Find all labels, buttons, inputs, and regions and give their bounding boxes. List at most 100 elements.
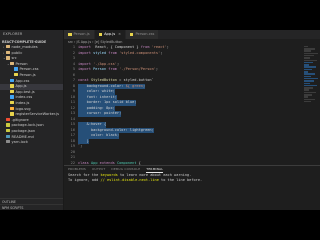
explorer-header: EXPLORER [3, 32, 23, 36]
minimap-line [304, 80, 314, 82]
code-token: StyledButton [88, 78, 117, 82]
tab-person-js[interactable]: Person.js [64, 30, 95, 39]
file-type-icon [98, 33, 103, 36]
code-token: import [78, 67, 91, 71]
minimap-line [304, 59, 317, 62]
code-token: from [108, 67, 117, 71]
code-editor[interactable]: 1 import React, { Component } from 'react… [64, 45, 320, 165]
minimap-line [304, 100, 311, 103]
tree-item-label: node_modules [11, 45, 38, 49]
code-token: border: 1px solid blue; [78, 100, 137, 104]
js-file-icon [10, 100, 14, 105]
code-token: ; [142, 83, 146, 88]
git-file-icon [6, 117, 10, 122]
tab-person-css[interactable]: Person.css [125, 30, 160, 39]
minimap-line [304, 71, 308, 73]
code-token: &:hover { [78, 122, 107, 126]
tab-app-js[interactable]: App.js × [94, 30, 126, 39]
js-file-icon [14, 72, 18, 77]
terminal-text: to the line before. [158, 178, 203, 183]
code-token: 'react' [149, 45, 167, 49]
tree-item-label: App.js [15, 84, 27, 89]
tree-item-label: src [11, 56, 17, 61]
minimap-line [304, 54, 314, 57]
tree-item-label: README.md [11, 134, 34, 139]
minimap-line [304, 50, 311, 52]
css-file-icon [14, 67, 18, 71]
minimap-line [304, 89, 309, 91]
terminal-line-2: To ignore, add // eslint-disable-next-li… [64, 178, 320, 183]
minimap[interactable] [302, 45, 320, 165]
js-file-icon [10, 84, 14, 88]
code-token: App [88, 160, 100, 165]
terminal-keyword: // eslint-disable-next-line [100, 178, 159, 183]
code-token: green [132, 83, 143, 88]
file-type-icon [129, 33, 134, 36]
editor-tabs: Person.js App.js × Person.css [64, 30, 320, 39]
css-file-icon [10, 78, 14, 82]
bottom-panel: PROBLEMS OUTPUT DEBUG CONSOLE TERMINAL Sear… [64, 165, 320, 210]
minimap-line [304, 94, 312, 96]
editor-window: EXPLORER REACT-COMPLETE-GUIDE › node_modu… [0, 30, 320, 210]
lock-file-icon [6, 140, 10, 144]
js-file-icon [10, 112, 14, 116]
js-file-icon [10, 89, 14, 94]
minimap-line [304, 64, 309, 66]
minimap-line [304, 68, 312, 71]
code-token: `; [78, 144, 83, 148]
minimap-line [304, 61, 313, 64]
panel-tab-output[interactable]: OUTPUT [92, 166, 105, 173]
code-token: padding: 8px; [78, 105, 115, 110]
tree-item-label: .gitignore [11, 117, 29, 122]
minimap-line [304, 87, 313, 89]
code-token: styled [90, 50, 109, 55]
tab-label: Person.css [135, 32, 155, 36]
code-token: ; [166, 45, 169, 49]
tree-item-label: package-lock.json [11, 123, 44, 128]
panel-tab-debug-console[interactable]: DEBUG CONSOLE [111, 166, 140, 173]
minimap-line [304, 57, 310, 59]
minimap-line [304, 45, 308, 48]
panel-tab-terminal[interactable]: TERMINAL [146, 166, 164, 173]
code-token: font: inherit; [78, 94, 117, 99]
minimap-line [304, 48, 315, 50]
letterbox-bottom [0, 210, 320, 240]
code-token: Component [114, 160, 137, 165]
folder-file-icon [6, 56, 10, 60]
minimap-line [304, 82, 310, 85]
tree-item-label: index.js [15, 100, 30, 105]
tree-item-label: package.json [11, 128, 36, 133]
folder-file-icon [6, 45, 10, 49]
panel-tab-problems[interactable]: PROBLEMS [68, 166, 86, 173]
code-token: background-color: [78, 83, 126, 88]
code-token: import [78, 45, 91, 49]
code-token: color: white; [78, 89, 115, 93]
terminal-keyword: keywords [100, 173, 118, 177]
css-file-icon [10, 95, 14, 99]
code-token: from [108, 50, 117, 55]
minimap-line [304, 66, 316, 68]
code-token: ; [160, 50, 163, 55]
json-file-icon [6, 128, 10, 133]
code-token: import [78, 61, 91, 66]
code-token: = styled.button` [116, 78, 154, 82]
tree-item-label: public [11, 50, 23, 55]
code-token: Person [90, 67, 109, 71]
md-file-icon [6, 134, 10, 138]
code-token: ; [155, 67, 159, 71]
tree-item-yarn-lock[interactable]: yarn.lock [0, 140, 63, 146]
tree-item-label: Person.css [19, 67, 39, 72]
code-token: } [78, 138, 89, 143]
minimap-line [304, 73, 315, 75]
tree-item-label: index.css [15, 95, 33, 100]
minimap-line [304, 96, 308, 98]
panel-tabs: PROBLEMS OUTPUT DEBUG CONSOLE TERMINAL [64, 166, 320, 173]
tree-item-label: App.css [15, 78, 30, 83]
minimap-line [304, 91, 316, 94]
code-token: const [78, 78, 89, 82]
code-token: color: black; [78, 133, 120, 137]
minimap-line [304, 77, 318, 80]
close-icon[interactable]: × [118, 30, 121, 39]
tree-item-label: App.test.js [15, 89, 35, 94]
code-token: class [78, 160, 89, 165]
